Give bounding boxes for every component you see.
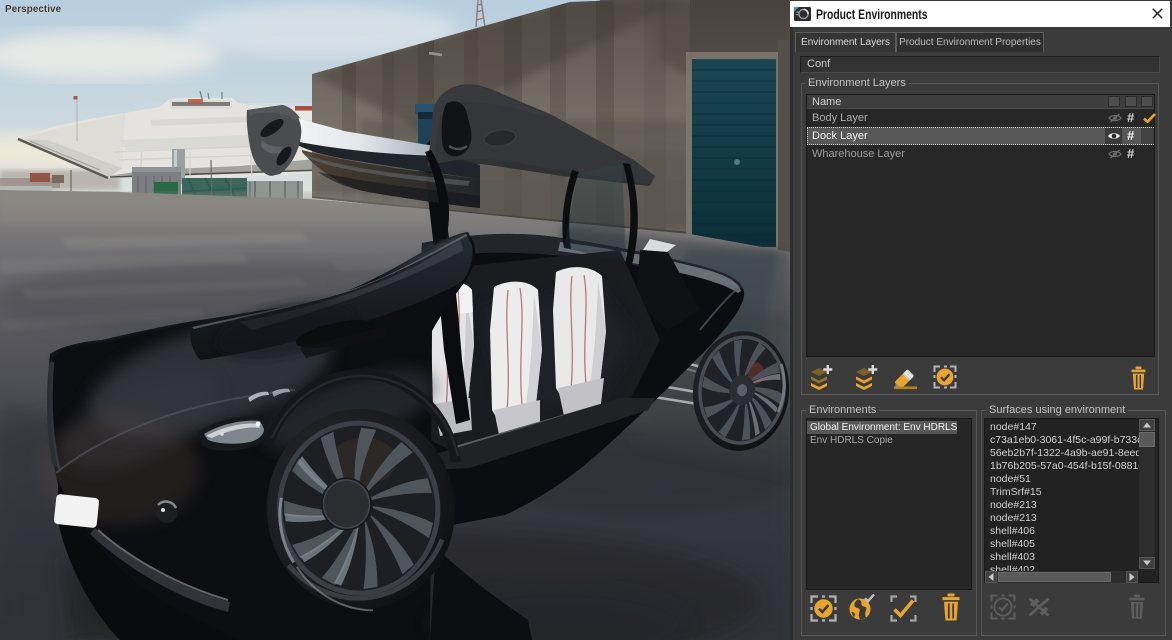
svg-text:Perspective: Perspective <box>5 4 62 15</box>
